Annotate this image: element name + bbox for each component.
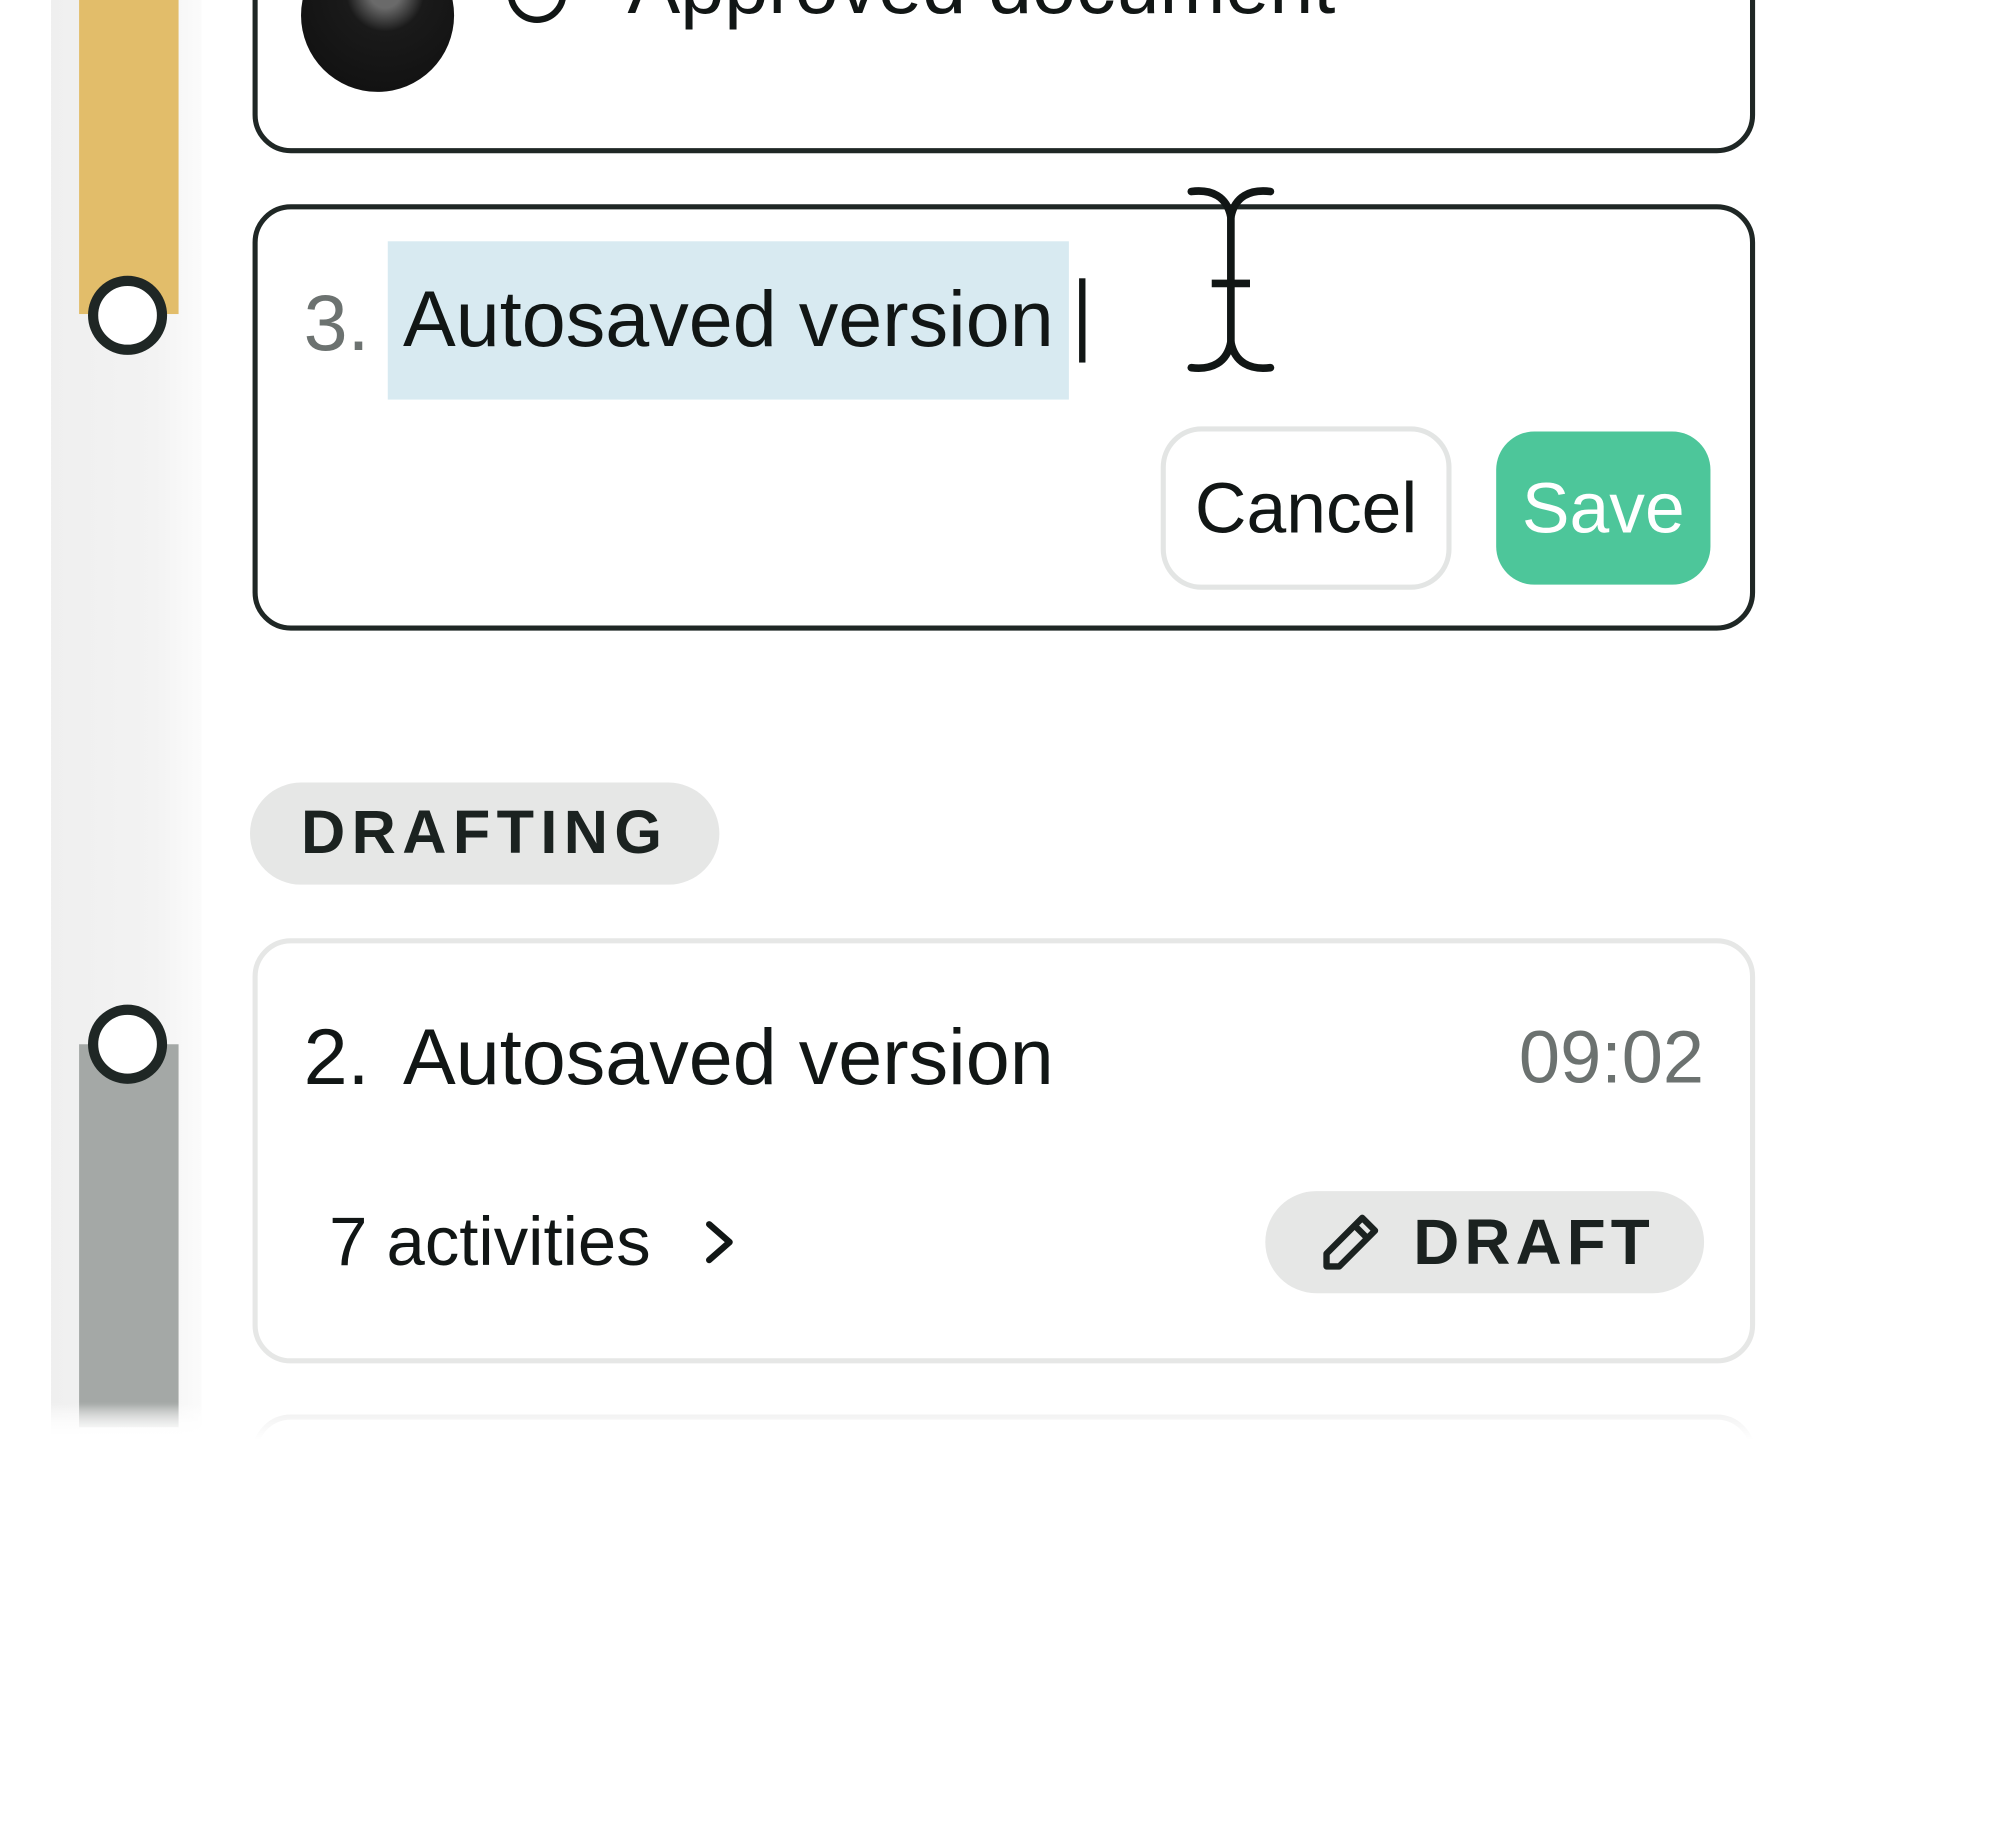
- selected-text[interactable]: Autosaved version: [387, 241, 1069, 400]
- version-history-panel: Approved document 3. Autosaved version C…: [0, 0, 2000, 1441]
- timeline-segment-drafting: [79, 1044, 179, 1428]
- timeline-segment-approved: [79, 0, 179, 315]
- version-timestamp: 09:02: [1518, 1016, 1705, 1100]
- section-label-drafting: DRAFTING: [249, 782, 720, 885]
- timeline-node-version-2: [88, 1004, 168, 1084]
- text-cursor-icon: [1187, 187, 1275, 372]
- version-title: Autosaved version: [403, 1013, 1054, 1102]
- timeline-node-version-3: [88, 275, 168, 355]
- version-card-editing: 3. Autosaved version Cancel Save: [252, 187, 1756, 631]
- pencil-icon: [1323, 1214, 1379, 1270]
- status-badge-label: DRAFT: [1413, 1206, 1655, 1278]
- version-number: 3.: [303, 279, 370, 368]
- check-circle-icon: [507, 0, 567, 23]
- cancel-button[interactable]: Cancel: [1160, 426, 1452, 590]
- activities-count: 7 activities: [329, 1203, 651, 1281]
- version-name-input[interactable]: Autosaved version: [387, 240, 1086, 401]
- status-badge-draft: DRAFT: [1265, 1191, 1705, 1294]
- bottom-fade: [0, 1404, 2000, 1441]
- version-card-2[interactable]: 2. Autosaved version 09:02 7 activities …: [252, 938, 1756, 1364]
- activities-link[interactable]: 7 activities: [329, 1194, 745, 1291]
- version-title: Approved document: [628, 0, 1336, 36]
- version-number: 2.: [303, 1013, 370, 1102]
- version-card-approved[interactable]: Approved document: [252, 0, 1756, 154]
- save-button[interactable]: Save: [1496, 431, 1711, 585]
- text-caret: [1079, 278, 1086, 363]
- chevron-right-icon: [706, 1221, 733, 1264]
- app-frame: Approved document 3. Autosaved version C…: [0, 0, 2000, 1838]
- user-avatar: [301, 0, 455, 92]
